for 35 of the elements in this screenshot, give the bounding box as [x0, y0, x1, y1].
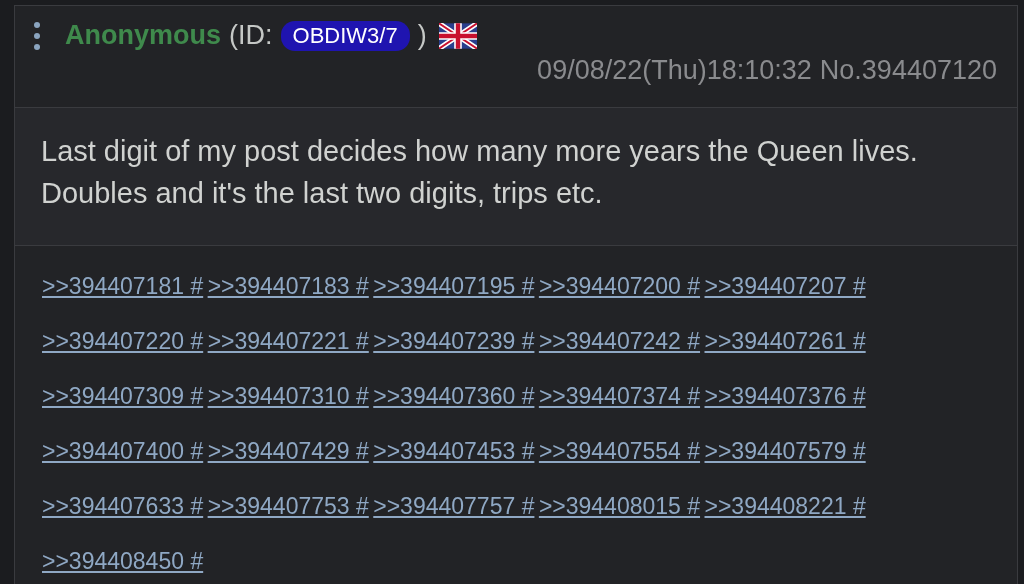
reply-link[interactable]: >>394407310 #: [207, 383, 369, 409]
reply-link[interactable]: >>394407376 #: [704, 383, 866, 409]
id-bracket: ): [417, 20, 427, 51]
reply-link[interactable]: >>394407554 #: [538, 438, 701, 464]
more-options-icon[interactable]: [33, 20, 41, 51]
reply-link[interactable]: >>394407579 #: [704, 438, 866, 464]
reply-link[interactable]: >>394407261 #: [704, 328, 866, 354]
post-date: 09/08/22(Thu)18:10:32: [537, 55, 812, 85]
reply-link[interactable]: >>394407757 #: [373, 493, 535, 519]
post-number[interactable]: No.394407120: [819, 55, 997, 85]
poster-name: Anonymous: [65, 20, 221, 51]
reply-link[interactable]: >>394408221 #: [704, 493, 866, 519]
id-label: (ID:: [229, 20, 273, 51]
reply-link[interactable]: >>394407360 #: [373, 383, 535, 409]
reply-link[interactable]: >>394408015 #: [538, 493, 701, 519]
reply-link[interactable]: >>394407242 #: [538, 328, 701, 354]
reply-link[interactable]: >>394407453 #: [373, 438, 535, 464]
reply-link[interactable]: >>394407221 #: [207, 328, 369, 354]
reply-link[interactable]: >>394407200 #: [538, 273, 701, 299]
reply-link[interactable]: >>394407753 #: [207, 493, 369, 519]
reply-link[interactable]: >>394407309 #: [42, 383, 204, 409]
reply-link[interactable]: >>394407181 #: [42, 273, 204, 299]
reply-link[interactable]: >>394407195 #: [373, 273, 535, 299]
reply-link[interactable]: >>394407183 #: [207, 273, 369, 299]
reply-link[interactable]: >>394407220 #: [42, 328, 204, 354]
reply-link[interactable]: >>394407207 #: [704, 273, 866, 299]
reply-link[interactable]: >>394407239 #: [373, 328, 535, 354]
flag-icon: [438, 22, 477, 49]
poster-id[interactable]: OBDIW3/7: [280, 20, 410, 51]
reply-link[interactable]: >>394408450 #: [42, 548, 204, 574]
post-message: Last digit of my post decides how many more years the Queen lives. Doubles and it's the last two digits, trips etc.: [41, 134, 919, 211]
reply-link[interactable]: >>394407429 #: [207, 438, 369, 464]
reply-link[interactable]: >>394407374 #: [538, 383, 701, 409]
reply-link[interactable]: >>394407633 #: [42, 493, 204, 519]
reply-link[interactable]: >>394407400 #: [42, 438, 204, 464]
